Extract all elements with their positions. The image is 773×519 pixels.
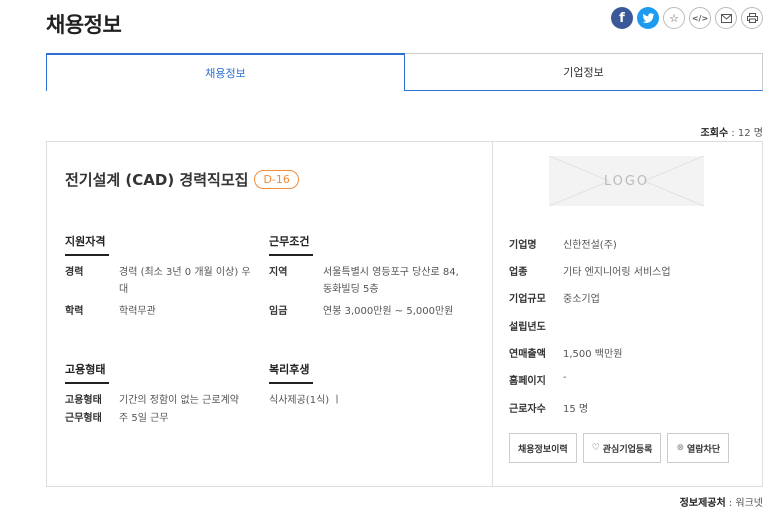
provider-value: : 워크넷 bbox=[725, 498, 763, 509]
company-row: 근로자수 15 명 bbox=[509, 400, 588, 415]
row-key: 설립년도 bbox=[509, 322, 546, 333]
interest-company-label: 관심기업등록 bbox=[602, 444, 653, 455]
employment-heading: 고용형태 bbox=[65, 361, 110, 384]
row-key: 근무형태 bbox=[65, 413, 102, 424]
tab-bar: 채용정보 기업정보 bbox=[46, 53, 763, 91]
company-row: 기업규모 중소기업 bbox=[509, 290, 600, 305]
row-value: 서울특별시 영등포구 당산로 84, 동화빌딩 5층 bbox=[323, 267, 459, 295]
recruit-history-label: 채용정보이력 bbox=[518, 444, 568, 455]
company-logo: LOGO bbox=[549, 156, 704, 206]
heart-icon: ♡ bbox=[591, 443, 600, 453]
qualification-row: 경력 경력 (최소 3년 0 개월 이상) 우 대 bbox=[65, 264, 280, 298]
logo-text: LOGO bbox=[603, 173, 650, 189]
company-row: 홈페이지 - bbox=[509, 372, 567, 387]
block-icon: ⊗ bbox=[676, 443, 684, 453]
print-icon[interactable] bbox=[741, 7, 763, 29]
welfare-value: 식사제공(1식) ㅣ bbox=[269, 392, 342, 409]
view-count-label: 조회수 bbox=[700, 128, 729, 139]
card-divider bbox=[492, 142, 493, 486]
code-icon[interactable]: </> bbox=[689, 7, 711, 29]
star-icon[interactable]: ☆ bbox=[663, 7, 685, 29]
row-key: 고용형태 bbox=[65, 395, 102, 406]
interest-company-button[interactable]: ♡ 관심기업등록 bbox=[582, 433, 662, 463]
company-actions: 채용정보이력 ♡ 관심기업등록 ⊗ 열람차단 bbox=[509, 433, 730, 463]
row-value: 15 명 bbox=[563, 404, 589, 415]
company-row: 기업명 신한전설(주) bbox=[509, 236, 617, 251]
row-key: 홈페이지 bbox=[509, 376, 546, 387]
view-count: 조회수 : 12 명 bbox=[701, 124, 763, 139]
row-key: 근로자수 bbox=[509, 404, 546, 415]
row-key: 연매출액 bbox=[509, 349, 546, 360]
view-count-value: : 12 명 bbox=[728, 128, 763, 139]
qualification-heading: 지원자격 bbox=[65, 233, 110, 256]
facebook-icon[interactable]: f bbox=[611, 7, 633, 29]
welfare-text: 식사제공(1식) ㅣ bbox=[269, 395, 342, 406]
tab-company-info[interactable]: 기업정보 bbox=[405, 53, 763, 91]
job-card: 전기설계 (CAD) 경력직모집 D-16 지원자격 경력 경력 (최소 3년 … bbox=[46, 141, 763, 487]
row-key: 기업명 bbox=[509, 240, 537, 251]
row-key: 학력 bbox=[65, 306, 84, 317]
row-value: - bbox=[563, 372, 567, 383]
row-key: 기업규모 bbox=[509, 294, 546, 305]
conditions-row: 임금 연봉 3,000만원 ~ 5,000만원 bbox=[269, 303, 453, 320]
tab-job-info[interactable]: 채용정보 bbox=[46, 53, 405, 91]
conditions-heading: 근무조건 bbox=[269, 233, 314, 256]
row-value: 기간의 정함이 없는 근로계약 bbox=[119, 395, 239, 406]
recruit-history-button[interactable]: 채용정보이력 bbox=[509, 433, 577, 463]
mail-icon[interactable] bbox=[715, 7, 737, 29]
info-provider: 정보제공처 : 워크넷 bbox=[680, 494, 763, 509]
qualification-row: 학력 학력무관 bbox=[65, 303, 156, 320]
row-value: 주 5일 근무 bbox=[119, 413, 169, 424]
provider-label: 정보제공처 bbox=[679, 498, 726, 509]
job-title: 전기설계 (CAD) 경력직모집 D-16 bbox=[65, 169, 299, 190]
conditions-row: 지역 서울특별시 영등포구 당산로 84, 동화빌딩 5층 bbox=[269, 264, 459, 298]
employment-row: 근무형태 주 5일 근무 bbox=[65, 410, 169, 427]
block-view-button[interactable]: ⊗ 열람차단 bbox=[667, 433, 730, 463]
block-view-label: 열람차단 bbox=[687, 444, 721, 455]
company-row: 업종 기타 엔지니어링 서비스업 bbox=[509, 263, 671, 278]
row-value: 기타 엔지니어링 서비스업 bbox=[563, 267, 671, 278]
job-title-text: 전기설계 (CAD) 경력직모집 bbox=[65, 171, 249, 189]
row-key: 지역 bbox=[269, 267, 288, 278]
share-bar: f ☆ </> bbox=[611, 7, 763, 29]
row-value: 학력무관 bbox=[119, 306, 156, 317]
row-key: 업종 bbox=[509, 267, 528, 278]
row-key: 임금 bbox=[269, 306, 288, 317]
row-value: 신한전설(주) bbox=[563, 240, 617, 251]
row-value: 연봉 3,000만원 ~ 5,000만원 bbox=[323, 306, 454, 317]
dday-badge: D-16 bbox=[254, 170, 299, 189]
row-key: 경력 bbox=[65, 267, 84, 278]
twitter-icon[interactable] bbox=[637, 7, 659, 29]
page-title: 채용정보 bbox=[46, 13, 122, 37]
company-row: 연매출액 1,500 백만원 bbox=[509, 345, 622, 360]
row-value: 경력 (최소 3년 0 개월 이상) 우 대 bbox=[119, 267, 251, 295]
row-value: 중소기업 bbox=[563, 294, 600, 305]
welfare-heading: 복리후생 bbox=[269, 361, 314, 384]
employment-row: 고용형태 기간의 정함이 없는 근로계약 bbox=[65, 392, 239, 409]
company-row: 설립년도 bbox=[509, 318, 563, 333]
row-value: 1,500 백만원 bbox=[563, 349, 623, 360]
